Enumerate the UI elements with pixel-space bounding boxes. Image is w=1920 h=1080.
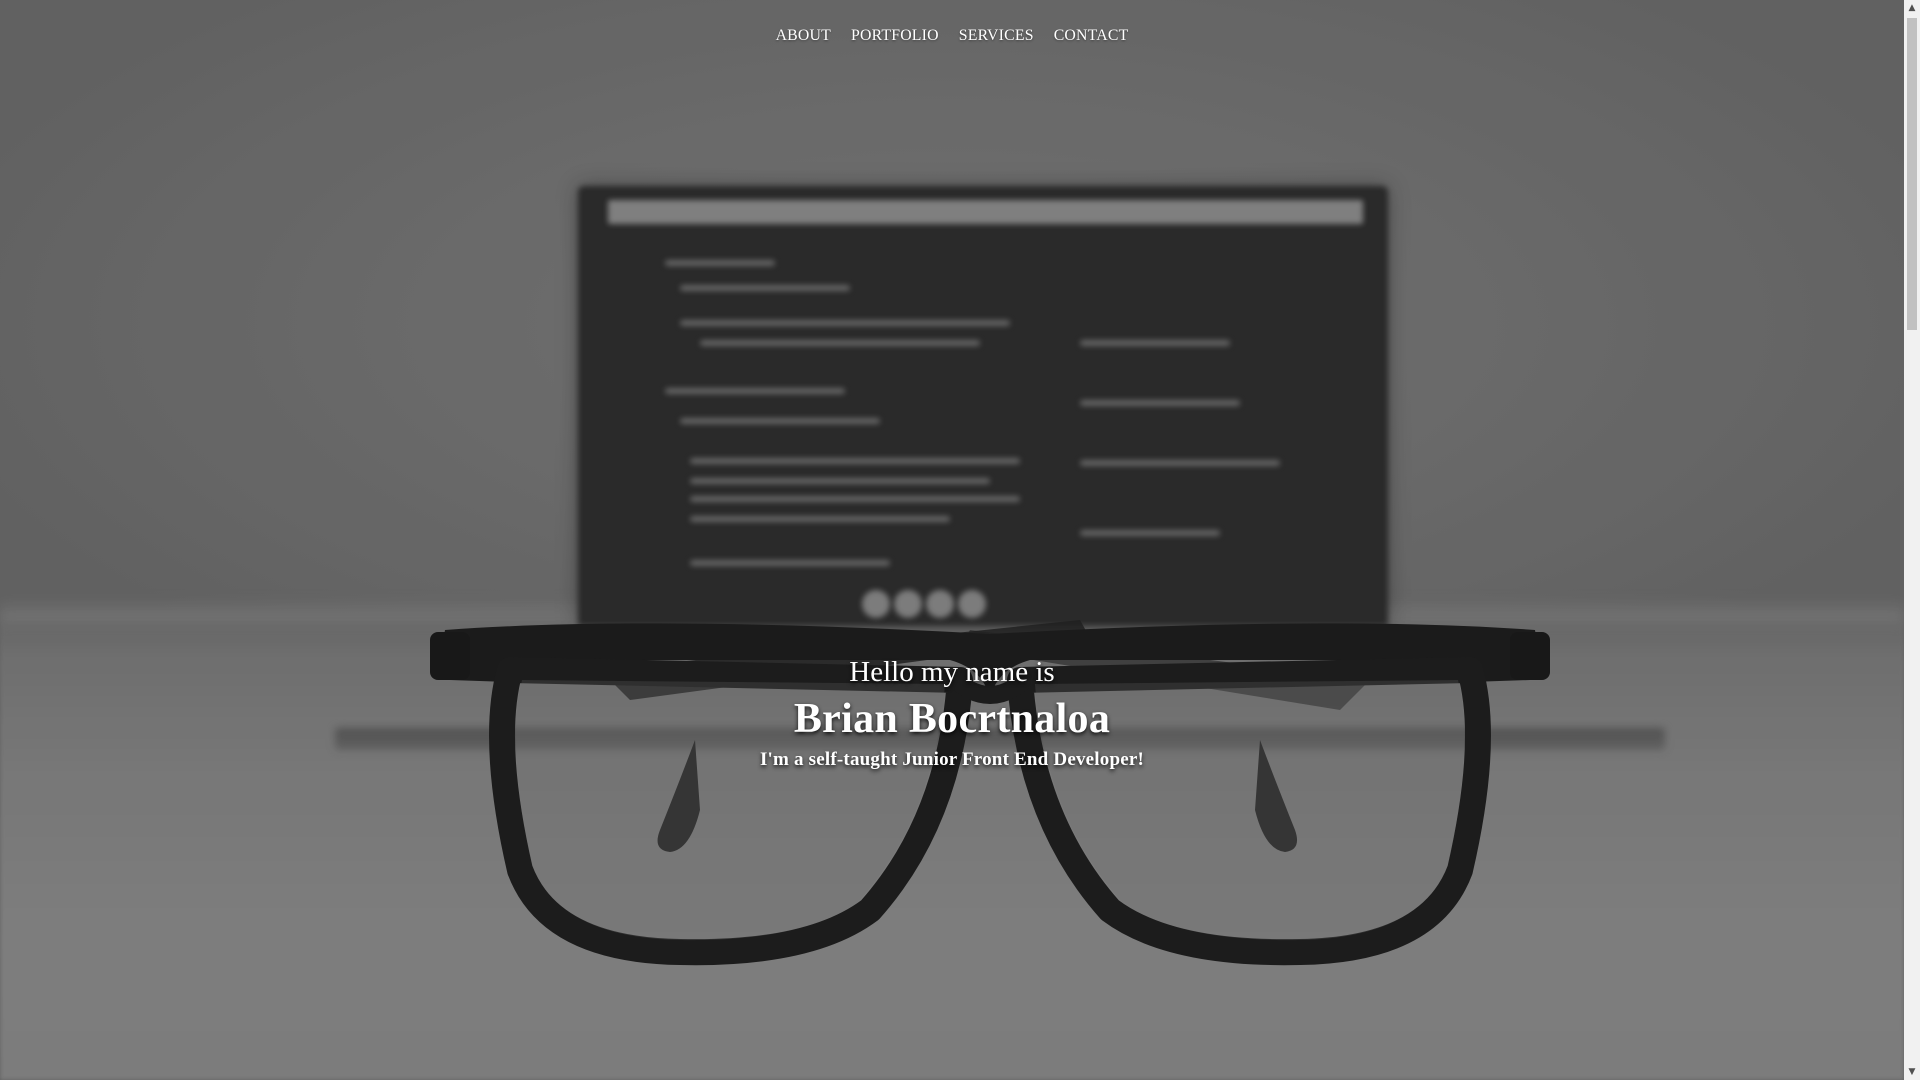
- laptop-browser-bar: [608, 200, 1363, 224]
- hero-section: ABOUT PORTFOLIO SERVICES CONTACT Hello m…: [0, 0, 1904, 1080]
- code-line: [665, 388, 845, 394]
- scroll-down-arrow-icon[interactable]: ▼: [1904, 1064, 1920, 1080]
- code-line: [690, 458, 1020, 464]
- hero-greeting: Hello my name is: [849, 656, 1055, 688]
- code-line: [665, 260, 775, 266]
- code-line: [680, 418, 880, 424]
- hero-text: Hello my name is Brian Bocrtnaloa I'm a …: [0, 652, 1904, 774]
- laptop-dock-icon: [862, 590, 890, 618]
- code-line: [690, 560, 890, 566]
- code-line: [680, 320, 1010, 326]
- page: ABOUT PORTFOLIO SERVICES CONTACT Hello m…: [0, 0, 1920, 1080]
- code-line: [690, 516, 950, 522]
- hero-tagline: I'm a self-taught Junior Front End Devel…: [759, 749, 1145, 770]
- code-line: [1080, 340, 1230, 346]
- code-line: [1080, 400, 1240, 406]
- code-line: [690, 496, 1020, 502]
- code-line: [700, 340, 980, 346]
- code-line: [1080, 460, 1280, 466]
- scrollbar-thumb[interactable]: [1907, 18, 1917, 330]
- scroll-up-arrow-icon[interactable]: ▲: [1904, 0, 1920, 16]
- laptop-dock-icon: [926, 590, 954, 618]
- nav-link-portfolio[interactable]: PORTFOLIO: [851, 25, 939, 47]
- laptop-dock-icon: [958, 590, 986, 618]
- nav-link-about[interactable]: ABOUT: [776, 25, 831, 47]
- code-line: [1080, 530, 1220, 536]
- laptop-dock-icon: [894, 590, 922, 618]
- nav-link-services[interactable]: SERVICES: [959, 25, 1034, 47]
- nav-link-contact[interactable]: CONTACT: [1054, 25, 1129, 47]
- main-nav: ABOUT PORTFOLIO SERVICES CONTACT: [0, 25, 1904, 47]
- code-line: [680, 285, 850, 291]
- hero-background-image: [0, 0, 1904, 1080]
- code-line: [690, 478, 990, 484]
- hero-name: Brian Bocrtnaloa: [793, 696, 1111, 742]
- vertical-scrollbar[interactable]: ▲ ▼: [1904, 0, 1920, 1080]
